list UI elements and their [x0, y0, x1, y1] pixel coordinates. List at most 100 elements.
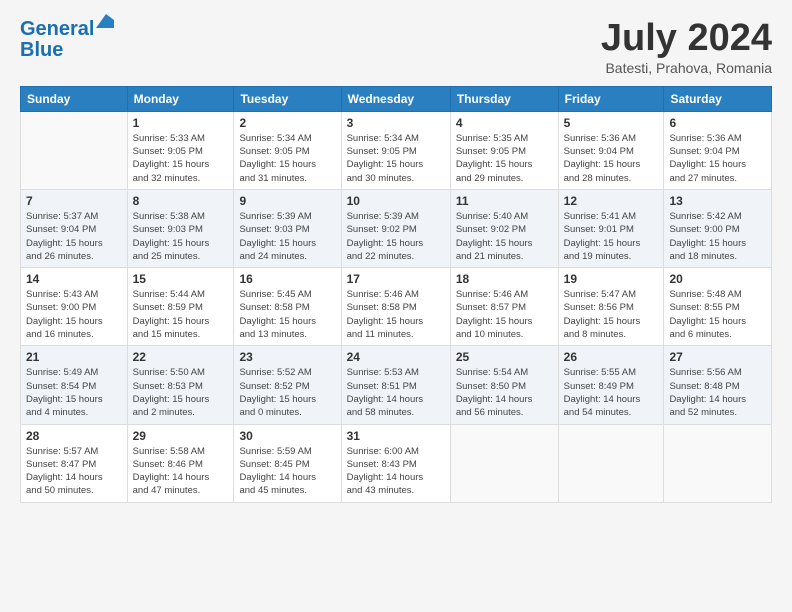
day-cell: 27 Sunrise: 5:56 AMSunset: 8:48 PMDayligh…: [664, 346, 772, 424]
day-cell: 25 Sunrise: 5:54 AMSunset: 8:50 PMDayligh…: [450, 346, 558, 424]
day-number: 9: [239, 194, 335, 208]
day-number: 6: [669, 116, 766, 130]
day-cell: 23 Sunrise: 5:52 AMSunset: 8:52 PMDayligh…: [234, 346, 341, 424]
day-number: 2: [239, 116, 335, 130]
day-cell: 30 Sunrise: 5:59 AMSunset: 8:45 PMDayligh…: [234, 424, 341, 502]
col-header-sunday: Sunday: [21, 86, 128, 111]
header: General Blue July 2024 Batesti, Prahova,…: [20, 18, 772, 76]
day-number: 20: [669, 272, 766, 286]
sun-info: Sunrise: 5:39 AMSunset: 9:02 PMDaylight:…: [347, 210, 445, 263]
sun-info: Sunrise: 5:41 AMSunset: 9:01 PMDaylight:…: [564, 210, 659, 263]
sun-info: Sunrise: 5:47 AMSunset: 8:56 PMDaylight:…: [564, 288, 659, 341]
day-number: 11: [456, 194, 553, 208]
sun-info: Sunrise: 6:00 AMSunset: 8:43 PMDaylight:…: [347, 445, 445, 498]
day-number: 22: [133, 350, 229, 364]
day-cell: 11 Sunrise: 5:40 AMSunset: 9:02 PMDayligh…: [450, 189, 558, 267]
day-number: 30: [239, 429, 335, 443]
day-number: 27: [669, 350, 766, 364]
month-year: July 2024: [601, 18, 772, 60]
day-number: 24: [347, 350, 445, 364]
sun-info: Sunrise: 5:44 AMSunset: 8:59 PMDaylight:…: [133, 288, 229, 341]
sun-info: Sunrise: 5:36 AMSunset: 9:04 PMDaylight:…: [669, 132, 766, 185]
sun-info: Sunrise: 5:40 AMSunset: 9:02 PMDaylight:…: [456, 210, 553, 263]
day-cell: 28 Sunrise: 5:57 AMSunset: 8:47 PMDayligh…: [21, 424, 128, 502]
day-number: 12: [564, 194, 659, 208]
sun-info: Sunrise: 5:46 AMSunset: 8:58 PMDaylight:…: [347, 288, 445, 341]
day-cell: [664, 424, 772, 502]
day-number: 8: [133, 194, 229, 208]
sun-info: Sunrise: 5:52 AMSunset: 8:52 PMDaylight:…: [239, 366, 335, 419]
day-number: 21: [26, 350, 122, 364]
day-number: 18: [456, 272, 553, 286]
week-row-1: 1 Sunrise: 5:33 AMSunset: 9:05 PMDaylight…: [21, 111, 772, 189]
calendar-page: General Blue July 2024 Batesti, Prahova,…: [0, 0, 792, 612]
day-cell: 17 Sunrise: 5:46 AMSunset: 8:58 PMDayligh…: [341, 268, 450, 346]
day-cell: 29Sunrise: 5:58 AMSunset: 8:46 PMDayligh…: [127, 424, 234, 502]
day-number: 19: [564, 272, 659, 286]
sun-info: Sunrise: 5:46 AMSunset: 8:57 PMDaylight:…: [456, 288, 553, 341]
day-cell: 31 Sunrise: 6:00 AMSunset: 8:43 PMDayligh…: [341, 424, 450, 502]
day-number: 31: [347, 429, 445, 443]
sun-info: Sunrise: 5:38 AMSunset: 9:03 PMDaylight:…: [133, 210, 229, 263]
day-number: 23: [239, 350, 335, 364]
day-number: 28: [26, 429, 122, 443]
day-cell: 22Sunrise: 5:50 AMSunset: 8:53 PMDayligh…: [127, 346, 234, 424]
day-cell: 10 Sunrise: 5:39 AMSunset: 9:02 PMDayligh…: [341, 189, 450, 267]
day-number: 1: [133, 116, 229, 130]
day-number: 13: [669, 194, 766, 208]
logo-blue: Blue: [20, 39, 63, 62]
day-number: 29: [133, 429, 229, 443]
col-header-tuesday: Tuesday: [234, 86, 341, 111]
day-cell: 13 Sunrise: 5:42 AMSunset: 9:00 PMDayligh…: [664, 189, 772, 267]
sun-info: Sunrise: 5:53 AMSunset: 8:51 PMDaylight:…: [347, 366, 445, 419]
day-number: 16: [239, 272, 335, 286]
col-header-saturday: Saturday: [664, 86, 772, 111]
day-cell: [450, 424, 558, 502]
sun-info: Sunrise: 5:48 AMSunset: 8:55 PMDaylight:…: [669, 288, 766, 341]
day-number: 25: [456, 350, 553, 364]
day-cell: 14Sunrise: 5:43 AMSunset: 9:00 PMDayligh…: [21, 268, 128, 346]
col-header-wednesday: Wednesday: [341, 86, 450, 111]
day-cell: 4 Sunrise: 5:35 AMSunset: 9:05 PMDaylight…: [450, 111, 558, 189]
day-cell: 8 Sunrise: 5:38 AMSunset: 9:03 PMDaylight…: [127, 189, 234, 267]
logo: General Blue: [20, 18, 94, 62]
sun-info: Sunrise: 5:34 AMSunset: 9:05 PMDaylight:…: [347, 132, 445, 185]
logo-icon: [96, 14, 114, 28]
week-row-5: 28 Sunrise: 5:57 AMSunset: 8:47 PMDayligh…: [21, 424, 772, 502]
col-header-friday: Friday: [558, 86, 664, 111]
day-cell: 24 Sunrise: 5:53 AMSunset: 8:51 PMDayligh…: [341, 346, 450, 424]
day-number: 10: [347, 194, 445, 208]
week-row-3: 14Sunrise: 5:43 AMSunset: 9:00 PMDayligh…: [21, 268, 772, 346]
sun-info: Sunrise: 5:36 AMSunset: 9:04 PMDaylight:…: [564, 132, 659, 185]
sun-info: Sunrise: 5:33 AMSunset: 9:05 PMDaylight:…: [133, 132, 229, 185]
day-number: 26: [564, 350, 659, 364]
day-number: 15: [133, 272, 229, 286]
title-block: July 2024 Batesti, Prahova, Romania: [601, 18, 772, 76]
week-row-2: 7Sunrise: 5:37 AMSunset: 9:04 PMDaylight…: [21, 189, 772, 267]
day-cell: [558, 424, 664, 502]
day-number: 4: [456, 116, 553, 130]
sun-info: Sunrise: 5:35 AMSunset: 9:05 PMDaylight:…: [456, 132, 553, 185]
sun-info: Sunrise: 5:56 AMSunset: 8:48 PMDaylight:…: [669, 366, 766, 419]
sun-info: Sunrise: 5:59 AMSunset: 8:45 PMDaylight:…: [239, 445, 335, 498]
day-number: 3: [347, 116, 445, 130]
sun-info: Sunrise: 5:42 AMSunset: 9:00 PMDaylight:…: [669, 210, 766, 263]
sun-info: Sunrise: 5:34 AMSunset: 9:05 PMDaylight:…: [239, 132, 335, 185]
location: Batesti, Prahova, Romania: [601, 60, 772, 76]
sun-info: Sunrise: 5:55 AMSunset: 8:49 PMDaylight:…: [564, 366, 659, 419]
calendar-table: SundayMondayTuesdayWednesdayThursdayFrid…: [20, 86, 772, 503]
day-cell: 20 Sunrise: 5:48 AMSunset: 8:55 PMDayligh…: [664, 268, 772, 346]
logo-general: General: [20, 18, 94, 40]
day-number: 17: [347, 272, 445, 286]
day-cell: 26 Sunrise: 5:55 AMSunset: 8:49 PMDayligh…: [558, 346, 664, 424]
col-header-thursday: Thursday: [450, 86, 558, 111]
sun-info: Sunrise: 5:49 AMSunset: 8:54 PMDaylight:…: [26, 366, 122, 419]
day-cell: 6 Sunrise: 5:36 AMSunset: 9:04 PMDaylight…: [664, 111, 772, 189]
calendar-header-row: SundayMondayTuesdayWednesdayThursdayFrid…: [21, 86, 772, 111]
day-number: 5: [564, 116, 659, 130]
sun-info: Sunrise: 5:39 AMSunset: 9:03 PMDaylight:…: [239, 210, 335, 263]
sun-info: Sunrise: 5:54 AMSunset: 8:50 PMDaylight:…: [456, 366, 553, 419]
week-row-4: 21 Sunrise: 5:49 AMSunset: 8:54 PMDayligh…: [21, 346, 772, 424]
day-cell: 1 Sunrise: 5:33 AMSunset: 9:05 PMDaylight…: [127, 111, 234, 189]
sun-info: Sunrise: 5:57 AMSunset: 8:47 PMDaylight:…: [26, 445, 122, 498]
